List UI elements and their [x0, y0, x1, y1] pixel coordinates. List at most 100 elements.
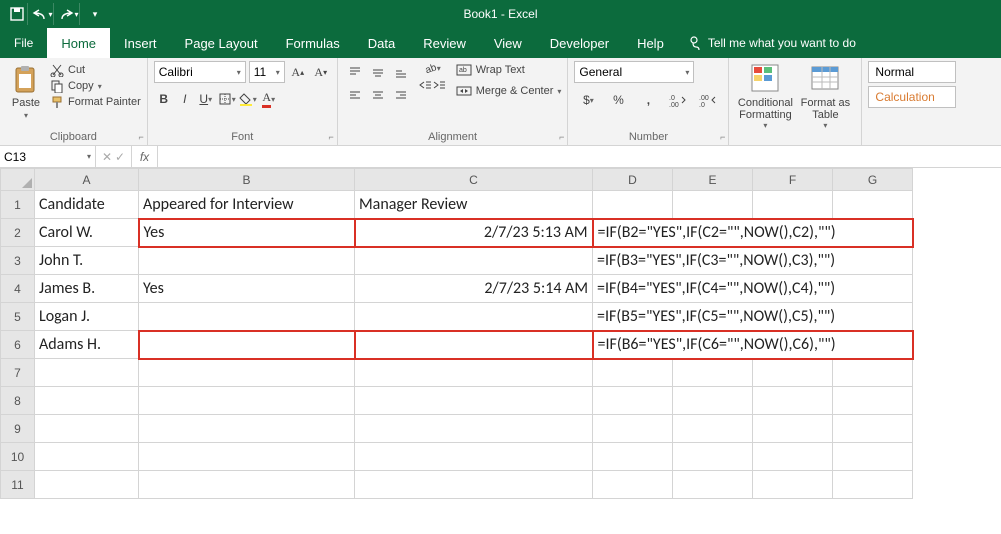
row-header-3[interactable]: 3: [1, 247, 35, 275]
cell-A4[interactable]: James B.: [35, 275, 139, 303]
cell-B6[interactable]: [139, 331, 355, 359]
cell-F11[interactable]: [753, 471, 833, 499]
align-center-button[interactable]: [367, 84, 389, 106]
save-icon[interactable]: [6, 3, 28, 25]
row-header-1[interactable]: 1: [1, 191, 35, 219]
decrease-decimal-button[interactable]: .00.0: [694, 89, 722, 111]
cell-C1[interactable]: Manager Review: [355, 191, 593, 219]
cell-C2[interactable]: 2/7/23 5:13 AM: [355, 219, 593, 247]
column-header-B[interactable]: B: [139, 169, 355, 191]
increase-decimal-button[interactable]: .0.00: [664, 89, 692, 111]
fill-color-button[interactable]: ▾: [238, 89, 258, 109]
row-header-11[interactable]: 11: [1, 471, 35, 499]
formula-input[interactable]: [158, 146, 1001, 167]
tab-view[interactable]: View: [480, 28, 536, 58]
cell-C5[interactable]: [355, 303, 593, 331]
font-size-select[interactable]: 11▾: [249, 61, 285, 83]
column-header-G[interactable]: G: [833, 169, 913, 191]
fx-icon[interactable]: fx: [132, 146, 158, 167]
column-header-F[interactable]: F: [753, 169, 833, 191]
cell-F9[interactable]: [753, 415, 833, 443]
copy-button[interactable]: Copy ▾: [50, 79, 141, 93]
number-format-select[interactable]: General▾: [574, 61, 694, 83]
column-header-C[interactable]: C: [355, 169, 593, 191]
cell-D10[interactable]: [593, 443, 673, 471]
cell-C6[interactable]: [355, 331, 593, 359]
tab-help[interactable]: Help: [623, 28, 678, 58]
format-painter-button[interactable]: Format Painter: [50, 95, 141, 109]
alignment-launcher-icon[interactable]: ⌐: [559, 132, 564, 142]
enter-icon[interactable]: ✓: [115, 150, 125, 164]
cell-A7[interactable]: [35, 359, 139, 387]
tab-formulas[interactable]: Formulas: [272, 28, 354, 58]
cell-A10[interactable]: [35, 443, 139, 471]
underline-button[interactable]: U▾: [196, 89, 216, 109]
cell-A9[interactable]: [35, 415, 139, 443]
cell-B11[interactable]: [139, 471, 355, 499]
decrease-font-size-button[interactable]: A▾: [311, 62, 331, 82]
cell-C10[interactable]: [355, 443, 593, 471]
cell-B4[interactable]: Yes: [139, 275, 355, 303]
style-calculation[interactable]: Calculation: [868, 86, 956, 108]
row-header-4[interactable]: 4: [1, 275, 35, 303]
cell-A6[interactable]: Adams H.: [35, 331, 139, 359]
cell-F8[interactable]: [753, 387, 833, 415]
cell-C11[interactable]: [355, 471, 593, 499]
borders-button[interactable]: ▾: [217, 89, 237, 109]
cell-E10[interactable]: [673, 443, 753, 471]
cell-C3[interactable]: [355, 247, 593, 275]
comma-button[interactable]: ,: [634, 89, 662, 111]
row-header-10[interactable]: 10: [1, 443, 35, 471]
cell-C8[interactable]: [355, 387, 593, 415]
format-as-table-button[interactable]: Format as Table▾: [795, 61, 855, 130]
tab-page-layout[interactable]: Page Layout: [171, 28, 272, 58]
cell-C9[interactable]: [355, 415, 593, 443]
cell-D5[interactable]: =IF(B5="YES",IF(C5="",NOW(),C5),""): [593, 303, 913, 331]
cell-A2[interactable]: Carol W.: [35, 219, 139, 247]
cell-D11[interactable]: [593, 471, 673, 499]
cell-B3[interactable]: [139, 247, 355, 275]
column-header-E[interactable]: E: [673, 169, 753, 191]
cell-B5[interactable]: [139, 303, 355, 331]
align-right-button[interactable]: [390, 84, 412, 106]
align-middle-button[interactable]: [367, 61, 389, 83]
cell-G9[interactable]: [833, 415, 913, 443]
cell-G10[interactable]: [833, 443, 913, 471]
cell-C7[interactable]: [355, 359, 593, 387]
cell-B8[interactable]: [139, 387, 355, 415]
italic-button[interactable]: I: [175, 89, 195, 109]
qat-customize-icon[interactable]: ▾: [84, 3, 106, 25]
tab-file[interactable]: File: [0, 28, 47, 58]
align-bottom-button[interactable]: [390, 61, 412, 83]
select-all-corner[interactable]: [1, 169, 35, 191]
spreadsheet-grid[interactable]: ABCDEFG1CandidateAppeared for InterviewM…: [0, 168, 1001, 499]
cell-D3[interactable]: =IF(B3="YES",IF(C3="",NOW(),C3),""): [593, 247, 913, 275]
cell-F10[interactable]: [753, 443, 833, 471]
align-left-button[interactable]: [344, 84, 366, 106]
cancel-icon[interactable]: ✕: [102, 150, 112, 164]
cell-F7[interactable]: [753, 359, 833, 387]
percent-button[interactable]: %: [604, 89, 632, 111]
cell-B9[interactable]: [139, 415, 355, 443]
number-launcher-icon[interactable]: ⌐: [720, 132, 725, 142]
cell-D2[interactable]: =IF(B2="YES",IF(C2="",NOW(),C2),""): [593, 219, 913, 247]
conditional-formatting-button[interactable]: Conditional Formatting▾: [735, 61, 795, 130]
tab-developer[interactable]: Developer: [536, 28, 623, 58]
cell-E8[interactable]: [673, 387, 753, 415]
name-box[interactable]: C13▾: [0, 146, 96, 167]
cell-B2[interactable]: Yes: [139, 219, 355, 247]
cell-D9[interactable]: [593, 415, 673, 443]
row-header-5[interactable]: 5: [1, 303, 35, 331]
tab-insert[interactable]: Insert: [110, 28, 171, 58]
row-header-9[interactable]: 9: [1, 415, 35, 443]
column-header-A[interactable]: A: [35, 169, 139, 191]
cell-D6[interactable]: =IF(B6="YES",IF(C6="",NOW(),C6),""): [593, 331, 913, 359]
cell-E9[interactable]: [673, 415, 753, 443]
undo-icon[interactable]: ▾: [32, 3, 54, 25]
wrap-text-button[interactable]: ab Wrap Text: [456, 61, 562, 79]
cell-G1[interactable]: [833, 191, 913, 219]
cell-B1[interactable]: Appeared for Interview: [139, 191, 355, 219]
cell-A3[interactable]: John T.: [35, 247, 139, 275]
cell-G11[interactable]: [833, 471, 913, 499]
cell-A5[interactable]: Logan J.: [35, 303, 139, 331]
